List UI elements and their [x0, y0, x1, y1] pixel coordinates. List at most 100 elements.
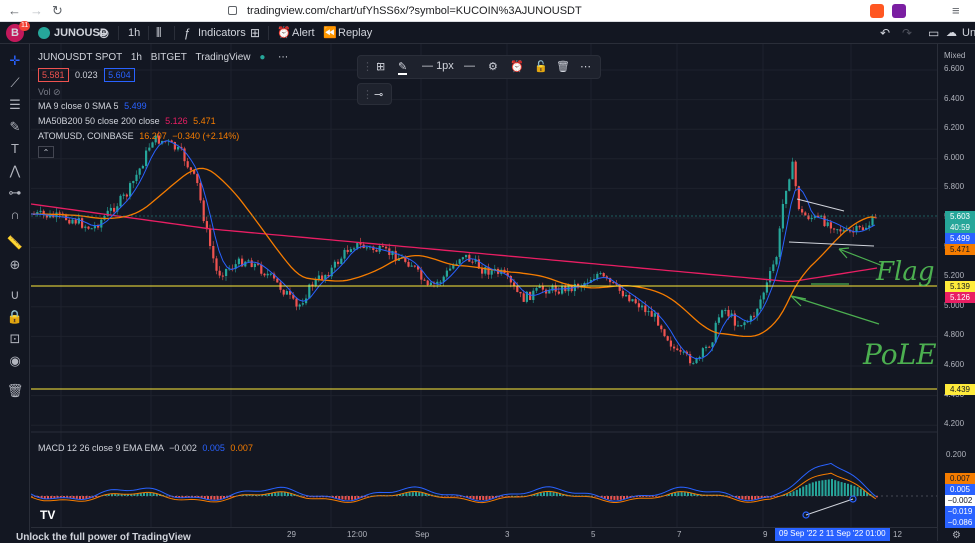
layout-icon[interactable]: ⊞: [250, 22, 260, 44]
candle: [791, 161, 794, 180]
macd-bar: [747, 496, 750, 500]
prediction-icon[interactable]: ⊶: [6, 184, 24, 202]
line-color-icon[interactable]: ✎: [398, 60, 408, 75]
legend-more-icon[interactable]: ⋯: [278, 52, 288, 63]
ma50-label[interactable]: MA50B200 50 close 200 close: [38, 116, 160, 126]
tradingview-logo-icon[interactable]: TV: [40, 508, 55, 522]
alert-button[interactable]: Alert: [292, 22, 315, 44]
lock-drawing-icon[interactable]: 🔓: [534, 60, 548, 73]
legend-title[interactable]: JUNOUSDT SPOT: [38, 52, 122, 63]
candle: [823, 215, 826, 227]
candle: [737, 325, 740, 327]
rewards-icon[interactable]: [892, 4, 906, 18]
price-tick: 6.000: [944, 152, 965, 162]
candle: [810, 217, 813, 220]
candle: [826, 222, 829, 227]
candle: [196, 173, 199, 184]
candle: [122, 194, 125, 196]
collapse-legend-icon[interactable]: ⌃: [38, 146, 54, 158]
delete-drawing-icon[interactable]: 🗑: [556, 60, 570, 73]
layout-name[interactable]: Un: [962, 22, 975, 44]
upgrade-banner[interactable]: Unlock the full power of TradingView: [16, 532, 191, 543]
candle: [682, 351, 685, 353]
candle: [855, 225, 858, 233]
atom-legend: ATOMUSD, COINBASE 16.207 −0.340 (+2.14%): [38, 130, 239, 142]
text-icon[interactable]: T: [6, 140, 24, 158]
ma9-label[interactable]: MA 9 close 0 SMA 5: [38, 101, 119, 111]
candle: [439, 281, 442, 283]
ma50-line: [31, 167, 876, 338]
zoom-icon[interactable]: ⊕: [6, 256, 24, 274]
line-tool-icon[interactable]: ⊸: [374, 88, 383, 101]
macd-macd-label: 0.005: [945, 484, 975, 495]
candle: [298, 304, 301, 307]
sell-button[interactable]: 5.581: [38, 68, 69, 82]
buy-button[interactable]: 5.604: [104, 68, 135, 82]
macd-bar: [837, 481, 840, 496]
forward-icon[interactable]: →: [30, 3, 43, 18]
indicators-button[interactable]: Indicators: [198, 22, 246, 44]
menu-icon[interactable]: ≡: [952, 3, 960, 18]
trend-line-icon[interactable]: ⟋: [6, 74, 24, 92]
lock-drawings-icon[interactable]: 🔒: [6, 308, 24, 326]
macd-bar: [418, 492, 421, 496]
redo-icon[interactable]: ↷: [902, 22, 912, 44]
candle: [653, 313, 656, 317]
magnet-icon[interactable]: ∩: [6, 206, 24, 224]
eye-icon[interactable]: ◉: [6, 352, 24, 370]
replay-button[interactable]: Replay: [338, 22, 372, 44]
pattern-icon[interactable]: ⋀: [6, 162, 24, 180]
brush-icon[interactable]: ✎: [6, 118, 24, 136]
line-style-icon[interactable]: —: [464, 60, 475, 72]
candle: [541, 286, 544, 290]
line-width-button[interactable]: — 1px: [422, 60, 454, 72]
candle: [423, 279, 426, 281]
macd-bar: [607, 496, 609, 500]
candle: [647, 311, 650, 313]
brave-shield-icon[interactable]: [870, 4, 884, 18]
address-bar[interactable]: tradingview.com/chart/ufYhSS6x/?symbol=K…: [228, 2, 868, 20]
template-icon[interactable]: ⊞: [376, 60, 385, 73]
macd-bar: [613, 496, 616, 500]
settings-icon[interactable]: ⚙: [488, 60, 498, 73]
compare-symbol-icon[interactable]: ⊕: [98, 22, 110, 44]
candle: [301, 303, 304, 305]
price-scale[interactable]: Mixed 6.6006.4006.2006.0005.8005.6005.40…: [937, 44, 975, 541]
layouts-icon[interactable]: ▭: [928, 22, 939, 44]
atom-label[interactable]: ATOMUSD, COINBASE: [38, 131, 134, 141]
hidden-eye-icon[interactable]: ⊘: [53, 87, 61, 97]
macd-hist-label: −0.002: [945, 495, 975, 506]
candle: [769, 270, 772, 283]
ruler-icon[interactable]: 📏: [6, 234, 24, 252]
macd-bar: [210, 496, 213, 500]
macd-label[interactable]: MACD 12 26 close 9 EMA EMA: [38, 443, 164, 453]
undo-icon[interactable]: ↶: [880, 22, 890, 44]
macd-bar: [283, 492, 286, 496]
magnet-mode-icon[interactable]: ∪: [6, 286, 24, 304]
interval-button[interactable]: 1h: [128, 22, 140, 44]
crosshair-icon[interactable]: ✛: [6, 52, 24, 70]
candle: [612, 282, 615, 284]
chart-type-icon[interactable]: ⫴: [156, 22, 161, 44]
more-icon[interactable]: ⋯: [580, 60, 591, 73]
browser-toolbar: ← → ↻ tradingview.com/chart/ufYhSS6x/?sy…: [0, 0, 975, 22]
macd-bar: [792, 491, 795, 496]
reload-icon[interactable]: ↻: [52, 3, 63, 19]
fib-icon[interactable]: ☰: [6, 96, 24, 114]
alert-add-icon[interactable]: ⏰: [510, 60, 524, 73]
scale-mode[interactable]: Mixed: [944, 51, 965, 60]
candle: [471, 261, 474, 263]
trash-icon[interactable]: 🗑: [6, 382, 24, 400]
candle: [343, 249, 346, 259]
pole-annotation: PoLE: [862, 338, 937, 371]
lock-icon[interactable]: ⊡: [6, 330, 24, 348]
back-icon[interactable]: ←: [8, 3, 21, 18]
macd-bar: [453, 496, 456, 497]
macd-bar: [488, 496, 491, 500]
drag-handle-2-icon[interactable]: ⋮: [362, 88, 373, 101]
candle: [141, 165, 144, 169]
price-tick: 4.200: [944, 419, 965, 429]
macd-bar: [741, 496, 744, 500]
candles: [33, 131, 877, 366]
scale-settings-icon[interactable]: ⚙: [952, 530, 961, 541]
